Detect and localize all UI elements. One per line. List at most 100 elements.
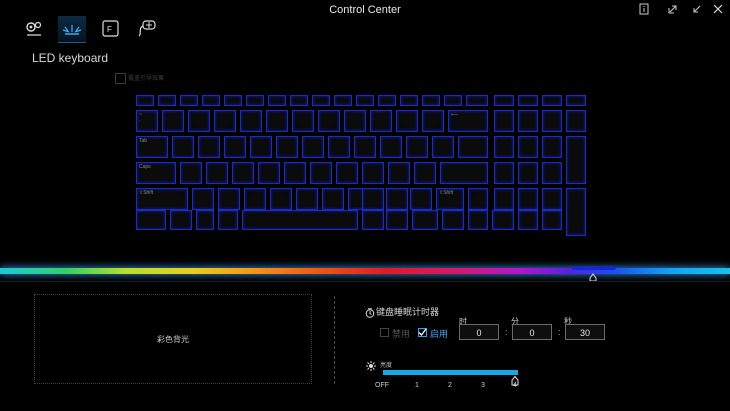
key-win[interactable] bbox=[196, 210, 214, 230]
brightness-slider[interactable] bbox=[383, 370, 518, 375]
key-num8[interactable] bbox=[518, 136, 538, 158]
key-o[interactable] bbox=[380, 136, 402, 158]
key-num1[interactable] bbox=[494, 188, 514, 210]
key-2[interactable] bbox=[188, 110, 210, 132]
hours-input[interactable]: 0 bbox=[459, 324, 499, 340]
key-f4[interactable] bbox=[224, 95, 242, 106]
key-num5[interactable] bbox=[518, 162, 538, 184]
key-z[interactable] bbox=[192, 188, 214, 210]
key-f6[interactable] bbox=[268, 95, 286, 106]
key-7[interactable] bbox=[318, 110, 340, 132]
key-num-dot[interactable] bbox=[542, 210, 562, 230]
key-4[interactable] bbox=[240, 110, 262, 132]
key-b[interactable] bbox=[296, 188, 318, 210]
key-backtick[interactable]: ~ ` bbox=[136, 110, 158, 132]
key-f3[interactable] bbox=[202, 95, 220, 106]
key-c[interactable] bbox=[244, 188, 266, 210]
key-u[interactable] bbox=[328, 136, 350, 158]
key-del[interactable] bbox=[466, 95, 488, 106]
key-comma[interactable] bbox=[362, 188, 384, 210]
key-d[interactable] bbox=[232, 162, 254, 184]
key-num-divide[interactable] bbox=[518, 110, 538, 132]
key-l[interactable] bbox=[388, 162, 410, 184]
key-num0[interactable] bbox=[518, 210, 538, 230]
key-lalt[interactable] bbox=[218, 210, 238, 230]
key-pgup[interactable] bbox=[518, 95, 538, 106]
key-f7[interactable] bbox=[290, 95, 308, 106]
key-lshift[interactable]: ⇧Shift bbox=[136, 188, 188, 210]
key-pgdn[interactable] bbox=[542, 95, 562, 106]
disable-checkbox[interactable] bbox=[380, 328, 389, 337]
key-fn[interactable] bbox=[170, 210, 192, 230]
key-tab[interactable]: Tab bbox=[136, 136, 168, 158]
key-g[interactable] bbox=[284, 162, 306, 184]
key-down[interactable] bbox=[468, 210, 488, 230]
key-esc[interactable] bbox=[136, 95, 154, 106]
key-slash[interactable] bbox=[410, 188, 432, 210]
key-j[interactable] bbox=[336, 162, 358, 184]
key-menu[interactable] bbox=[386, 210, 408, 230]
key-left[interactable] bbox=[442, 210, 464, 230]
seconds-input[interactable]: 30 bbox=[565, 324, 605, 340]
key-f9[interactable] bbox=[334, 95, 352, 106]
key-num9[interactable] bbox=[542, 136, 562, 158]
key-f12[interactable] bbox=[400, 95, 418, 106]
key-f2[interactable] bbox=[180, 95, 198, 106]
key-num-multiply[interactable] bbox=[542, 110, 562, 132]
key-space[interactable] bbox=[242, 210, 358, 230]
key-6[interactable] bbox=[292, 110, 314, 132]
key-f5[interactable] bbox=[246, 95, 264, 106]
key-num4[interactable] bbox=[494, 162, 514, 184]
key-0[interactable] bbox=[396, 110, 418, 132]
enable-checkbox[interactable] bbox=[418, 328, 427, 337]
key-3[interactable] bbox=[214, 110, 236, 132]
effect-preview-panel[interactable]: 彩色背光 bbox=[34, 294, 312, 384]
key-q[interactable] bbox=[172, 136, 194, 158]
key-num3[interactable] bbox=[542, 188, 562, 210]
key-backslash[interactable] bbox=[458, 136, 488, 158]
key-8[interactable] bbox=[344, 110, 366, 132]
key-home[interactable] bbox=[494, 95, 514, 106]
key-t[interactable] bbox=[276, 136, 298, 158]
key-lbracket[interactable] bbox=[432, 136, 454, 158]
key-rshift[interactable]: ⇧Shift bbox=[436, 188, 464, 210]
key-p[interactable] bbox=[406, 136, 428, 158]
key-f1[interactable] bbox=[158, 95, 176, 106]
key-numlock[interactable] bbox=[494, 110, 514, 132]
key-f10[interactable] bbox=[356, 95, 374, 106]
key-1[interactable] bbox=[162, 110, 184, 132]
key-num-minus[interactable] bbox=[566, 110, 586, 132]
key-9[interactable] bbox=[370, 110, 392, 132]
key-v[interactable] bbox=[270, 188, 292, 210]
key-lctrl[interactable] bbox=[136, 210, 166, 230]
key-up[interactable] bbox=[468, 188, 488, 210]
key-ins[interactable] bbox=[444, 95, 462, 106]
key-right[interactable] bbox=[492, 210, 514, 230]
lightbar-pointer-icon[interactable] bbox=[587, 270, 599, 282]
key-f8[interactable] bbox=[312, 95, 330, 106]
key-num7[interactable] bbox=[494, 136, 514, 158]
key-i[interactable] bbox=[354, 136, 376, 158]
key-num-plus[interactable] bbox=[566, 136, 586, 184]
key-y[interactable] bbox=[302, 136, 324, 158]
key-prtsc[interactable] bbox=[422, 95, 440, 106]
key-x[interactable] bbox=[218, 188, 240, 210]
key-period[interactable] bbox=[386, 188, 408, 210]
key-num2[interactable] bbox=[518, 188, 538, 210]
minutes-input[interactable]: 0 bbox=[512, 324, 552, 340]
key-semicolon[interactable] bbox=[414, 162, 436, 184]
key-enter[interactable] bbox=[440, 162, 488, 184]
key-5[interactable] bbox=[266, 110, 288, 132]
key-f11[interactable] bbox=[378, 95, 396, 106]
key-n[interactable] bbox=[322, 188, 344, 210]
key-f[interactable] bbox=[258, 162, 280, 184]
key-num6[interactable] bbox=[542, 162, 562, 184]
key-r[interactable] bbox=[250, 136, 272, 158]
key-h[interactable] bbox=[310, 162, 332, 184]
key-backspace[interactable]: ⟵ bbox=[448, 110, 488, 132]
key-w[interactable] bbox=[198, 136, 220, 158]
key-s[interactable] bbox=[206, 162, 228, 184]
key-a[interactable] bbox=[180, 162, 202, 184]
key-k[interactable] bbox=[362, 162, 384, 184]
key-num-enter[interactable] bbox=[566, 188, 586, 236]
